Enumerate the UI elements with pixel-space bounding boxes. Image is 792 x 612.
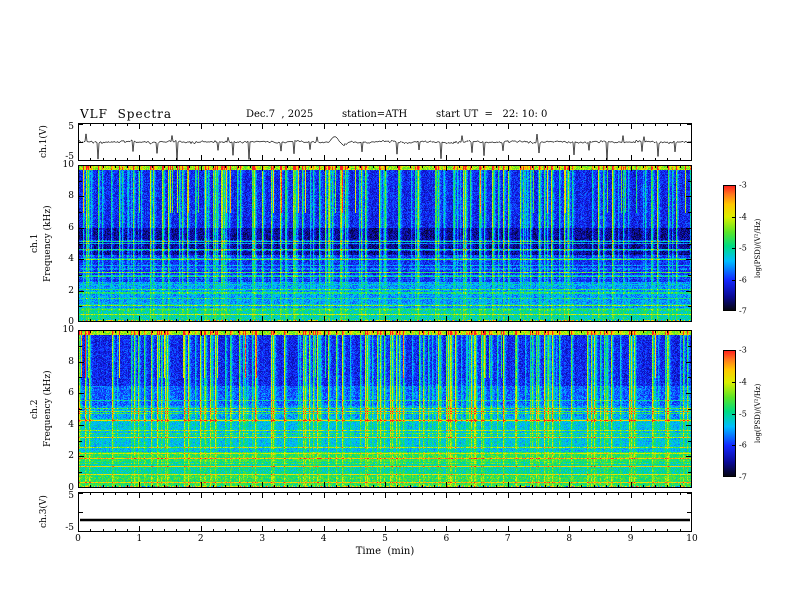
ch1-voltage-axis-label: ch.1(V) (39, 125, 49, 159)
ch2-freq-tick-label: 6 (68, 388, 74, 399)
ch2-frequency-axis-label: Frequency (kHz) (43, 370, 53, 448)
colorbar2-tick-label: -6 (739, 440, 747, 450)
ch1-freq-tick-label: 2 (68, 285, 74, 296)
ch2-freq-tick-label: 10 (62, 325, 74, 335)
colorbar2-tick-label: -7 (739, 472, 747, 482)
colorbar1-tick-label: -6 (739, 275, 747, 284)
ch1-waveform-canvas (78, 123, 692, 161)
colorbar1-tick-label: -3 (739, 180, 747, 190)
colorbar2-tick-label: -4 (739, 377, 747, 387)
colorbar2-tick-label: -5 (739, 409, 747, 418)
x-tick-label: 5 (382, 534, 388, 544)
ch1-spectrogram-canvas (78, 165, 692, 322)
x-tick-label: 9 (627, 534, 634, 544)
vlf-spectra-figure: VLF Spectra Dec.7 , 2025 station=ATH sta… (0, 0, 792, 612)
x-tick-label: 10 (686, 534, 698, 544)
colorbar1-tick-label: -5 (739, 243, 747, 253)
ch1-volt-tick-label: 5 (68, 122, 74, 132)
ch1-channel-label: ch.1 (30, 233, 40, 254)
ch1-frequency-axis-label: Frequency (kHz) (43, 205, 53, 282)
x-tick-label: 7 (504, 534, 511, 544)
ch3-waveform-canvas (78, 492, 692, 532)
colorbar2-label: log(PSD)/(V²/Hz) (754, 383, 762, 444)
ch1-freq-tick-label: 4 (68, 254, 74, 265)
x-tick-label: 1 (136, 534, 143, 544)
x-tick-label: 0 (75, 534, 81, 544)
colorbar1-tick-label: -7 (739, 306, 747, 316)
ch2-freq-tick-label: 8 (68, 356, 74, 367)
colorbar1-tick-label: -4 (739, 212, 747, 221)
figure-start-ut: start UT = 22: 10: 0 (436, 109, 548, 120)
x-tick-label: 2 (197, 534, 204, 544)
ch3-voltage-axis-label: ch.3(V) (39, 495, 49, 529)
ch2-freq-tick-label: 0 (68, 483, 74, 493)
ch2-freq-tick-label: 2 (68, 451, 74, 462)
colorbar2-tick-label: -3 (739, 345, 747, 355)
time-axis-label: Time (min) (355, 546, 415, 557)
x-tick-label: 8 (566, 534, 573, 544)
ch1-freq-tick-label: 6 (68, 222, 74, 233)
ch2-freq-tick-label: 4 (68, 419, 74, 430)
ch2-channel-label: ch.2 (30, 399, 40, 419)
figure-date: Dec.7 , 2025 (246, 109, 314, 120)
x-tick-label: 4 (320, 534, 327, 544)
figure-station: station=ATH (342, 109, 408, 120)
ch2-spectrogram-canvas (78, 330, 692, 488)
figure-title: VLF Spectra (80, 107, 173, 121)
ch1-freq-tick-label: 10 (62, 160, 74, 170)
colorbar2-gradient (723, 350, 736, 477)
ch1-freq-tick-label: 8 (68, 191, 74, 202)
x-tick-label: 6 (443, 534, 450, 544)
colorbar1-label: log(PSD)/(V²/Hz) (754, 218, 762, 278)
colorbar1-gradient (723, 185, 736, 311)
x-tick-label: 3 (259, 534, 266, 544)
ch3-volt-tick-label: -5 (65, 523, 74, 533)
